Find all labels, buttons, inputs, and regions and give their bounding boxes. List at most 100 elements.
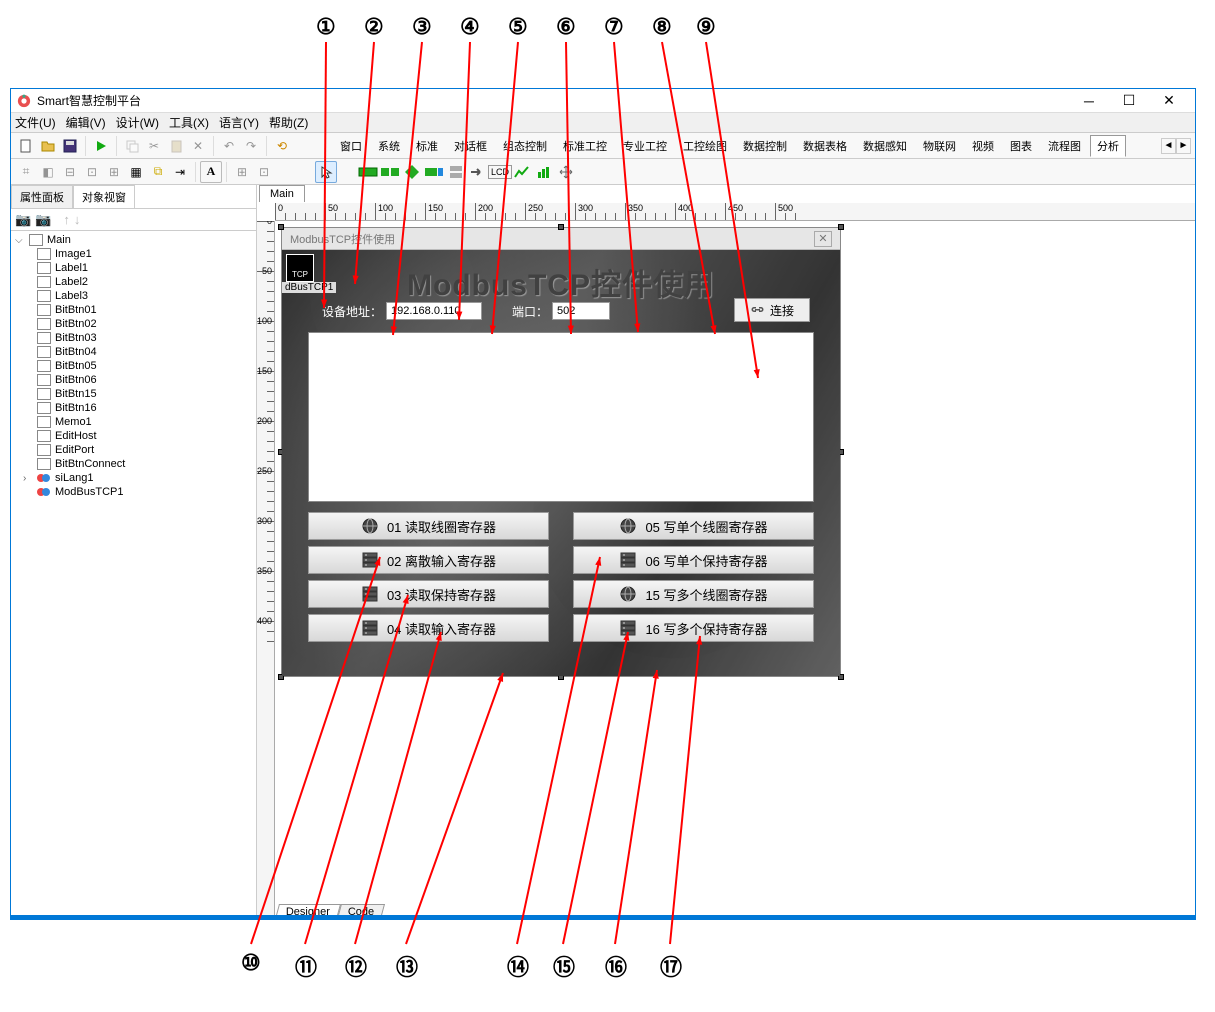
redo-icon[interactable]: ↷ <box>240 135 262 157</box>
align-left-icon[interactable]: ◧ <box>37 161 59 183</box>
modbus-function-button[interactable]: 15 写多个线圈寄存器 <box>573 580 814 608</box>
bring-front-icon[interactable]: ⊞ <box>103 161 125 183</box>
align-icon[interactable]: ⌗ <box>15 161 37 183</box>
tree-item-silang[interactable]: › siLang1 <box>15 471 252 485</box>
cut-icon[interactable]: ✂ <box>143 135 165 157</box>
send-back-icon[interactable]: ⊡ <box>81 161 103 183</box>
tab-analysis[interactable]: 分析 <box>1090 135 1126 157</box>
tab-window[interactable]: 窗口 <box>333 135 369 157</box>
undo-icon[interactable]: ↶ <box>218 135 240 157</box>
group-icon[interactable]: ▦ <box>125 161 147 183</box>
tab-chart[interactable]: 图表 <box>1003 135 1039 157</box>
comp-move-icon[interactable] <box>555 161 577 183</box>
tree-item[interactable]: EditHost <box>15 429 252 443</box>
tree-item[interactable]: BitBtnConnect <box>15 457 252 471</box>
design-canvas[interactable]: ModbusTCP控件使用 ✕ TCP dBusTCP1 ModbusTCP控件… <box>275 221 1195 901</box>
menu-help[interactable]: 帮助(Z) <box>269 114 308 131</box>
tab-data-aware[interactable]: 数据感知 <box>856 135 914 157</box>
tree-item[interactable]: BitBtn15 <box>15 387 252 401</box>
comp-var-icon[interactable] <box>423 161 445 183</box>
connect-button[interactable]: 连接 <box>734 298 810 322</box>
close-button[interactable]: ✕ <box>1149 90 1189 112</box>
open-file-icon[interactable] <box>37 135 59 157</box>
comp-diamond-icon[interactable] <box>401 161 423 183</box>
menu-edit[interactable]: 编辑(V) <box>66 114 106 131</box>
resize-handle[interactable] <box>558 224 564 230</box>
tab-video[interactable]: 视频 <box>965 135 1001 157</box>
copy-icon[interactable] <box>121 135 143 157</box>
comp-lcd-icon[interactable]: LCD <box>489 161 511 183</box>
maximize-button[interactable]: ☐ <box>1109 90 1149 112</box>
menu-language[interactable]: 语言(Y) <box>219 114 259 131</box>
paste-icon[interactable] <box>165 135 187 157</box>
tabs-scroll-left-icon[interactable]: ◄ <box>1161 138 1176 154</box>
form-tab-main[interactable]: Main <box>259 185 305 202</box>
tree-item[interactable]: EditPort <box>15 443 252 457</box>
resize-handle[interactable] <box>278 224 284 230</box>
new-file-icon[interactable] <box>15 135 37 157</box>
text-tool-icon[interactable]: A <box>200 161 222 183</box>
modbus-function-button[interactable]: 03 读取保持寄存器 <box>308 580 549 608</box>
tab-ind-draw[interactable]: 工控绘图 <box>676 135 734 157</box>
tab-system[interactable]: 系统 <box>371 135 407 157</box>
tree-item[interactable]: Label1 <box>15 261 252 275</box>
tab-flowchart[interactable]: 流程图 <box>1041 135 1088 157</box>
layers-icon[interactable]: ⧉ <box>147 161 169 183</box>
tab-dialog[interactable]: 对话框 <box>447 135 494 157</box>
minimize-button[interactable]: ─ <box>1069 90 1109 112</box>
tab-std-ind[interactable]: 标准工控 <box>556 135 614 157</box>
tree-item[interactable]: Label3 <box>15 289 252 303</box>
tree-item[interactable]: BitBtn01 <box>15 303 252 317</box>
form-close-icon[interactable]: ✕ <box>814 231 832 247</box>
comp-bars-icon[interactable] <box>533 161 555 183</box>
tab-standard[interactable]: 标准 <box>409 135 445 157</box>
modbus-function-button[interactable]: 05 写单个线圈寄存器 <box>573 512 814 540</box>
grid-icon[interactable]: ⊞ <box>231 161 253 183</box>
modbus-function-button[interactable]: 04 读取输入寄存器 <box>308 614 549 642</box>
pointer-tool-icon[interactable] <box>315 161 337 183</box>
comp-trend-icon[interactable] <box>511 161 533 183</box>
tree-item-modbustcp[interactable]: ModBusTCP1 <box>15 485 252 499</box>
modbus-function-button[interactable]: 16 写多个保持寄存器 <box>573 614 814 642</box>
comp-rect-icon[interactable] <box>357 161 379 183</box>
tab-data-ctrl[interactable]: 数据控制 <box>736 135 794 157</box>
design-form[interactable]: ModbusTCP控件使用 ✕ TCP dBusTCP1 ModbusTCP控件… <box>281 227 841 677</box>
zorder-icon[interactable]: ⊟ <box>59 161 81 183</box>
device-ip-input[interactable] <box>386 302 482 320</box>
tree-item[interactable]: BitBtn04 <box>15 345 252 359</box>
move-up-icon[interactable]: ↑ <box>63 212 70 227</box>
object-tree[interactable]: ⌵ Main Image1Label1Label2Label3BitBtn01B… <box>11 231 256 919</box>
tree-item[interactable]: BitBtn02 <box>15 317 252 331</box>
resize-handle[interactable] <box>838 224 844 230</box>
property-panel-tab[interactable]: 属性面板 <box>11 185 73 208</box>
panel-tool2-icon[interactable]: 📷 <box>35 212 51 228</box>
link-icon[interactable]: ⟲ <box>271 135 293 157</box>
run-icon[interactable] <box>90 135 112 157</box>
save-file-icon[interactable] <box>59 135 81 157</box>
menu-tools[interactable]: 工具(X) <box>169 114 209 131</box>
tree-item[interactable]: BitBtn16 <box>15 401 252 415</box>
menu-file[interactable]: 文件(U) <box>15 114 56 131</box>
tab-order-icon[interactable]: ⇥ <box>169 161 191 183</box>
tabs-scroll-right-icon[interactable]: ► <box>1176 138 1191 154</box>
tree-item[interactable]: BitBtn03 <box>15 331 252 345</box>
tree-item[interactable]: BitBtn05 <box>15 359 252 373</box>
tree-item[interactable]: Memo1 <box>15 415 252 429</box>
tab-iot[interactable]: 物联网 <box>916 135 963 157</box>
tab-scada[interactable]: 组态控制 <box>496 135 554 157</box>
object-panel-tab[interactable]: 对象视窗 <box>73 185 135 208</box>
memo-textarea[interactable] <box>308 332 814 502</box>
move-down-icon[interactable]: ↓ <box>74 212 81 227</box>
tree-item[interactable]: Image1 <box>15 247 252 261</box>
comp-updown-icon[interactable] <box>445 161 467 183</box>
delete-icon[interactable]: ✕ <box>187 135 209 157</box>
tree-root-main[interactable]: ⌵ Main <box>15 233 252 247</box>
tab-pro-ind[interactable]: 专业工控 <box>616 135 674 157</box>
modbus-function-button[interactable]: 06 写单个保持寄存器 <box>573 546 814 574</box>
modbus-function-button[interactable]: 02 离散输入寄存器 <box>308 546 549 574</box>
comp-rect2-icon[interactable] <box>379 161 401 183</box>
panel-tool-icon[interactable]: 📷 <box>15 212 31 228</box>
tree-item[interactable]: Label2 <box>15 275 252 289</box>
tab-data-grid[interactable]: 数据表格 <box>796 135 854 157</box>
port-input[interactable] <box>552 302 610 320</box>
